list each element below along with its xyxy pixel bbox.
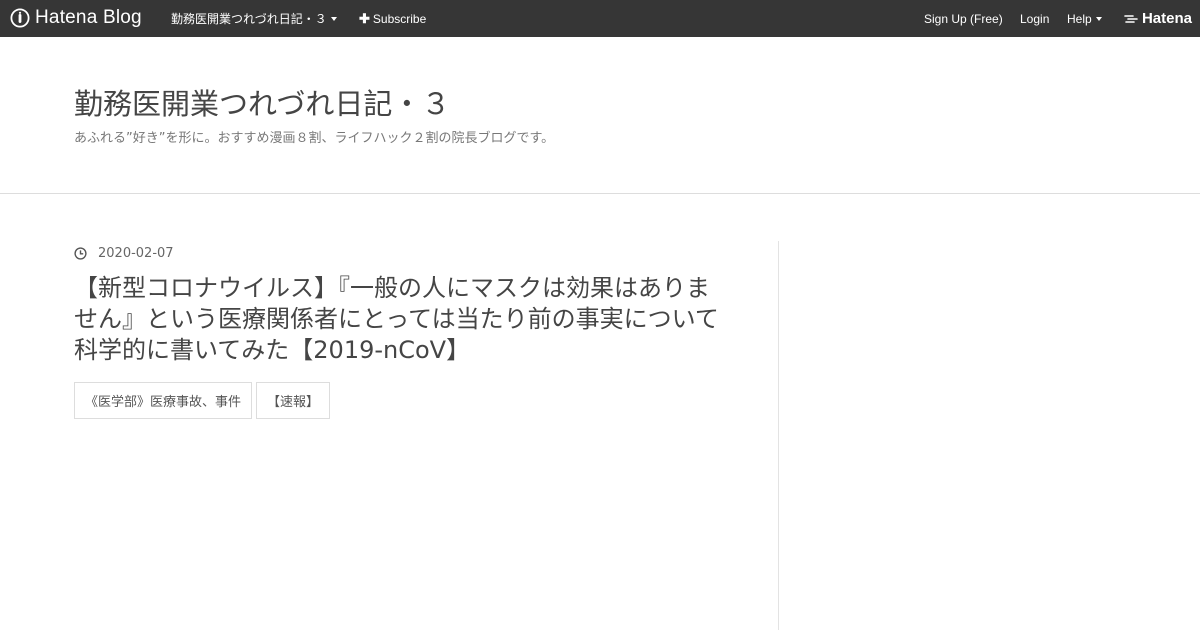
login-label: Login — [1020, 11, 1050, 26]
hatena-mark-icon — [1124, 14, 1138, 23]
entry-date[interactable]: 2020-02-07 — [74, 241, 734, 265]
entry-content: 2020-02-07 【新型コロナウイルス】『一般の人にマスクは効果はありません… — [74, 241, 734, 419]
hatena-logo-link[interactable]: Hatena — [1124, 0, 1192, 37]
help-label: Help — [1067, 11, 1092, 26]
subscribe-label: Subscribe — [372, 11, 427, 26]
blog-title[interactable]: 勤務医開業つれづれ日記・３ — [74, 87, 450, 121]
blog-header: 勤務医開業つれづれ日記・３ あふれる”好き”を形に。おすすめ漫画８割、ライフハッ… — [0, 37, 1200, 194]
login-link[interactable]: Login — [1020, 0, 1049, 37]
chevron-down-icon — [1095, 16, 1102, 21]
help-dropdown[interactable]: Help — [1067, 0, 1102, 37]
hatena-logo-text: Hatena — [1141, 10, 1192, 27]
blog-description: あふれる”好き”を形に。おすすめ漫画８割、ライフハック２割の院長ブログです。 — [74, 131, 555, 146]
global-header: Hatena Blog 勤務医開業つれづれ日記・３ ✚ Subscribe Si… — [0, 0, 1200, 37]
signup-link[interactable]: Sign Up (Free) — [924, 0, 1003, 37]
subscribe-button[interactable]: ✚ Subscribe — [359, 0, 426, 37]
blog-menu-label: 勤務医開業つれづれ日記・３ — [171, 12, 327, 26]
blog-menu-dropdown[interactable]: 勤務医開業つれづれ日記・３ — [171, 0, 337, 37]
hatena-blog-brand[interactable]: Hatena Blog — [10, 6, 142, 30]
entry-categories: 《医学部》医療事故、事件 【速報】 — [74, 382, 734, 419]
signup-label: Sign Up (Free) — [924, 11, 1003, 26]
entry-title[interactable]: 【新型コロナウイルス】『一般の人にマスクは効果はありません』という医療関係者にと… — [74, 273, 724, 366]
plus-icon: ✚ — [359, 10, 370, 26]
hatena-blog-logo-icon — [10, 8, 30, 28]
category-tag[interactable]: 【速報】 — [256, 382, 331, 419]
category-tag[interactable]: 《医学部》医療事故、事件 — [74, 382, 253, 419]
clock-icon — [74, 246, 87, 260]
entry-date-text: 2020-02-07 — [98, 245, 174, 261]
sidebar-divider — [778, 241, 779, 630]
chevron-down-icon — [330, 16, 337, 21]
brand-text: Hatena Blog — [35, 7, 142, 28]
